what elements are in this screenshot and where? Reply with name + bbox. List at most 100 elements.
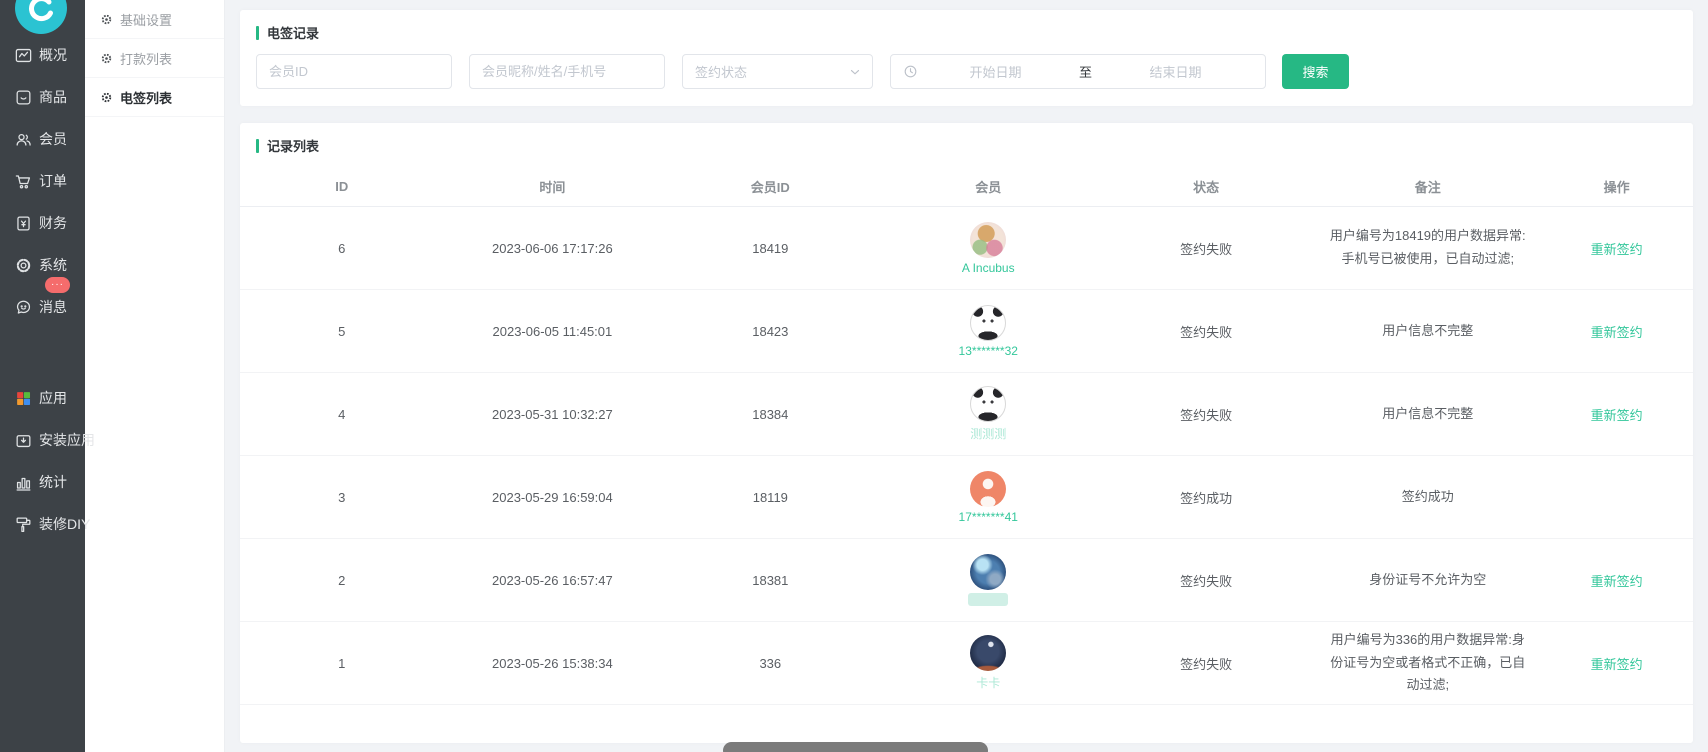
finance-icon [13,213,33,233]
header-id: ID [240,179,443,194]
member-name[interactable]: 测测测 [970,425,1006,442]
submenu-item-esign-list[interactable]: 电签列表 [85,78,224,117]
messages-badge: ··· [45,277,70,293]
member-name[interactable]: 13*******32 [959,344,1018,358]
sidebar-item-finance[interactable]: 财务 [0,202,85,244]
sidebar-item-members[interactable]: 会员 [0,118,85,160]
paint-roller-icon [13,514,33,534]
cell-time: 2023-05-31 10:32:27 [443,407,661,422]
main-content: 电签记录 签约状态 开始日期 至 结束日期 搜索 [225,0,1708,752]
sidebar-item-label: 安装应用 [39,430,95,450]
sidebar-secondary-nav: 应用 安装应用 统计 装修DIY [0,377,85,545]
sidebar-item-system[interactable]: 系统 [0,244,85,286]
header-action: 操作 [1540,177,1693,196]
resign-link[interactable]: 重新签约 [1591,325,1643,340]
date-range-picker[interactable]: 开始日期 至 结束日期 [890,54,1266,89]
member-avatar[interactable] [970,635,1006,671]
search-button[interactable]: 搜索 [1282,54,1349,89]
table-row: 2 2023-05-26 16:57:47 18381 签约失败 身份证号不允许… [240,539,1693,622]
logo-swirl-icon [15,0,67,34]
cell-time: 2023-05-26 15:38:34 [443,656,661,671]
cell-member: A Incubus [879,222,1097,275]
cell-member: 测测测 [879,386,1097,442]
cell-member-id: 18384 [661,407,879,422]
end-date-placeholder[interactable]: 结束日期 [1098,62,1253,81]
gear-icon [100,91,113,104]
sidebar-item-label: 财务 [39,213,67,233]
cell-member-id: 336 [661,656,879,671]
cell-status: 签约成功 [1097,488,1315,507]
records-panel-title: 记录列表 [240,123,1693,165]
members-icon [13,129,33,149]
sidebar-item-label: 概况 [39,45,67,65]
app-window: 概况 商品 会员 订单 [0,0,1708,752]
header-member: 会员 [879,177,1097,196]
gear-icon [100,52,113,65]
overview-icon [13,45,33,65]
submenu-item-payment-list[interactable]: 打款列表 [85,39,224,78]
cell-action: 重新签约 [1540,654,1693,673]
main-sidebar: 概况 商品 会员 订单 [0,0,85,752]
member-avatar[interactable] [970,554,1006,590]
sidebar-item-messages[interactable]: ··· 消息 [0,286,85,328]
title-accent-bar [256,139,259,153]
title-accent-bar [256,26,259,40]
system-gear-icon [13,255,33,275]
member-name[interactable] [968,593,1008,606]
cell-status: 签约失败 [1097,405,1315,424]
sidebar-item-label: 消息 [39,297,67,317]
start-date-placeholder[interactable]: 开始日期 [918,62,1073,81]
sidebar-item-install-app[interactable]: 安装应用 [0,419,85,461]
bottom-scroll-pill[interactable] [723,742,988,752]
sidebar-item-label: 应用 [39,388,67,408]
member-avatar[interactable] [970,471,1006,507]
sign-status-select[interactable]: 签约状态 [682,54,873,89]
header-member-id: 会员ID [661,177,879,196]
cell-time: 2023-05-26 16:57:47 [443,573,661,588]
sidebar-item-label: 系统 [39,255,67,275]
table-row: 5 2023-06-05 11:45:01 18423 13*******32 … [240,290,1693,373]
cell-member-id: 18423 [661,324,879,339]
table-header-row: ID 时间 会员ID 会员 状态 备注 操作 [240,167,1693,207]
resign-link[interactable]: 重新签约 [1591,408,1643,423]
cell-member-id: 18119 [661,490,879,505]
cell-status: 签约失败 [1097,239,1315,258]
member-avatar[interactable] [970,222,1006,258]
member-id-input[interactable] [256,54,452,89]
records-panel-title-text: 记录列表 [267,136,319,155]
sidebar-item-apps[interactable]: 应用 [0,377,85,419]
cell-status: 签约失败 [1097,654,1315,673]
sidebar-item-goods[interactable]: 商品 [0,76,85,118]
member-name[interactable]: 17*******41 [959,510,1018,524]
cell-status: 签约失败 [1097,322,1315,341]
sub-sidebar: 基础设置 打款列表 电签列表 [85,0,225,752]
table-body: 6 2023-06-06 17:17:26 18419 A Incubus 签约… [240,207,1693,705]
gear-icon [100,13,113,26]
cell-id: 4 [240,407,443,422]
cell-member: 13*******32 [879,305,1097,358]
table-row: 1 2023-05-26 15:38:34 336 卡卡 签约失败 用户编号为3… [240,622,1693,705]
resign-link[interactable]: 重新签约 [1591,574,1643,589]
app-logo[interactable] [15,0,67,34]
member-avatar[interactable] [970,386,1006,422]
cell-id: 5 [240,324,443,339]
cell-member-id: 18381 [661,573,879,588]
sidebar-item-statistics[interactable]: 统计 [0,461,85,503]
cell-action: 重新签约 [1540,571,1693,590]
member-keyword-input[interactable] [469,54,665,89]
submenu-item-basic-settings[interactable]: 基础设置 [85,0,224,39]
cell-member [879,554,1097,606]
search-panel: 电签记录 签约状态 开始日期 至 结束日期 搜索 [240,10,1693,106]
sidebar-item-decorate-diy[interactable]: 装修DIY [0,503,85,545]
cell-id: 1 [240,656,443,671]
cell-action: 重新签约 [1540,239,1693,258]
member-avatar[interactable] [970,305,1006,341]
resign-link[interactable]: 重新签约 [1591,242,1643,257]
cell-remark: 用户信息不完整 [1315,320,1540,343]
resign-link[interactable]: 重新签约 [1591,657,1643,672]
member-name[interactable]: 卡卡 [976,674,1000,691]
search-panel-title: 电签记录 [240,10,1693,52]
member-name[interactable]: A Incubus [962,261,1015,275]
sidebar-item-orders[interactable]: 订单 [0,160,85,202]
sidebar-item-overview[interactable]: 概况 [0,34,85,76]
